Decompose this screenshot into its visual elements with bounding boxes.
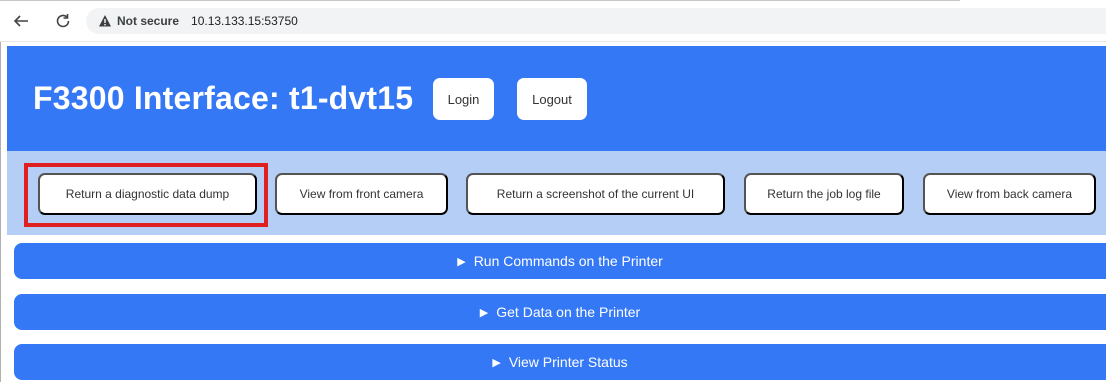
screenshot-ui-button[interactable]: Return a screenshot of the current UI [466, 173, 725, 215]
section-get-data[interactable]: ▶ Get Data on the Printer [14, 294, 1106, 330]
triangle-right-icon: ▶ [479, 306, 489, 319]
page-title: F3300 Interface: t1-dvt15 [33, 80, 414, 116]
page-border [0, 42, 1, 382]
address-bar[interactable]: Not secure 10.13.133.15:53750 [86, 8, 1106, 34]
login-button[interactable]: Login [433, 78, 494, 120]
browser-toolbar: Not secure 10.13.133.15:53750 [0, 0, 1106, 42]
arrow-left-icon[interactable] [10, 10, 32, 32]
triangle-right-icon: ▶ [492, 356, 501, 369]
action-toolbar: Return a diagnostic data dump View from … [7, 151, 1106, 235]
page-header: F3300 Interface: t1-dvt15 Login Logout [7, 46, 1106, 151]
warning-icon[interactable] [98, 14, 112, 28]
diagnostic-dump-button[interactable]: Return a diagnostic data dump [38, 173, 257, 215]
section-label: Get Data on the Printer [496, 304, 641, 320]
job-log-button[interactable]: Return the job log file [744, 173, 904, 215]
triangle-right-icon: ▶ [457, 255, 466, 268]
section-printer-status[interactable]: ▶ View Printer Status [14, 344, 1106, 380]
logout-button[interactable]: Logout [517, 78, 587, 120]
back-camera-button[interactable]: View from back camera [923, 173, 1096, 215]
tab-strip-edge [0, 0, 960, 3]
url-text[interactable]: 10.13.133.15:53750 [191, 14, 298, 28]
section-label: Run Commands on the Printer [473, 253, 663, 269]
section-label: View Printer Status [508, 354, 628, 370]
security-status[interactable]: Not secure [117, 14, 179, 28]
section-run-commands[interactable]: ▶ Run Commands on the Printer [14, 243, 1106, 279]
front-camera-button[interactable]: View from front camera [275, 173, 448, 215]
reload-icon[interactable] [52, 10, 74, 32]
